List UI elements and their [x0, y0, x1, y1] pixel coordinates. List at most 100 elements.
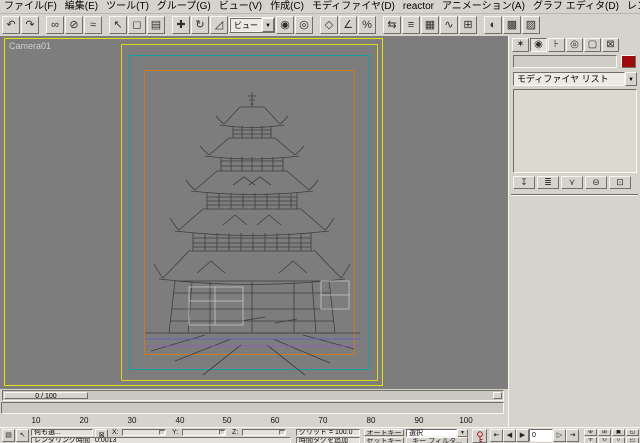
layer-manager-icon[interactable]: ▦ [421, 16, 439, 34]
menu-tools[interactable]: ツール(T) [102, 0, 153, 13]
viewport-area: Camera01 [0, 36, 508, 389]
field-of-view-icon[interactable]: ◊ [612, 437, 625, 443]
time-ruler[interactable]: 10 20 30 40 50 60 70 80 90 100 [1, 414, 504, 427]
reference-coordinate-combo[interactable]: ビュー ▼ [229, 17, 275, 33]
pin-stack-icon[interactable]: ↧ [513, 176, 535, 189]
modifier-list-combo[interactable]: モディファイヤ リスト ▼ [513, 72, 637, 86]
zoom-region-icon[interactable]: ◱ [626, 429, 639, 436]
time-slider-handle[interactable]: 0 / 100 [4, 392, 88, 400]
next-frame-icon[interactable]: ▷ [553, 429, 566, 442]
ruler-number: 50 [222, 416, 232, 425]
chevron-down-icon[interactable]: ▼ [457, 429, 468, 437]
selection-set-combo[interactable]: 選択 ▼ [406, 429, 468, 437]
menu-animation[interactable]: アニメーション(A) [438, 0, 529, 13]
material-editor-icon[interactable]: ◐ [484, 16, 502, 34]
tab-create[interactable]: ✶ [512, 38, 529, 52]
tab-modify[interactable]: ◉ [530, 38, 547, 52]
tab-motion[interactable]: ◎ [566, 38, 583, 52]
set-key-mode-button[interactable]: セットキー [364, 437, 404, 443]
select-rotate-icon[interactable]: ↻ [191, 16, 209, 34]
main-area: Camera01 ✶ ◉ ⊦ ◎ ▢ ⊠ モディファイヤ リスト ▼ ↧ ≣ ⋎… [0, 36, 640, 427]
quick-render-icon[interactable]: ▨ [522, 16, 540, 34]
toolbar-separator [478, 16, 483, 34]
z-coordinate-field[interactable] [242, 429, 286, 436]
ruler-number: 40 [175, 416, 185, 425]
select-scale-icon[interactable]: ◿ [210, 16, 228, 34]
make-unique-icon[interactable]: ⋎ [561, 176, 583, 189]
select-object-icon[interactable]: ↖ [109, 16, 127, 34]
time-slider-resize-handle[interactable] [493, 392, 502, 399]
select-by-name-icon[interactable]: ▤ [147, 16, 165, 34]
unlink-icon[interactable]: ⊘ [65, 16, 83, 34]
region-select-icon[interactable]: ◻ [128, 16, 146, 34]
select-link-icon[interactable]: ∞ [46, 16, 64, 34]
bind-spacewarp-icon[interactable]: ≈ [84, 16, 102, 34]
redo-icon[interactable]: ↷ [21, 16, 39, 34]
set-keys-button[interactable] [472, 429, 487, 443]
menu-group[interactable]: グループ(G) [153, 0, 215, 13]
use-center-icon[interactable]: ◉ [276, 16, 294, 34]
chevron-down-icon[interactable]: ▼ [262, 18, 274, 32]
angle-snap-icon[interactable]: ∠ [339, 16, 357, 34]
command-panel-tabs: ✶ ◉ ⊦ ◎ ▢ ⊠ [512, 38, 619, 52]
ruler-number: 20 [79, 416, 89, 425]
menu-modifiers[interactable]: モディファイヤ(D) [308, 0, 399, 13]
min-max-toggle-icon[interactable]: ◰ [626, 437, 639, 443]
spinner-icon[interactable] [279, 430, 285, 435]
ruler-number: 80 [366, 416, 376, 425]
y-coordinate-field[interactable] [182, 429, 226, 436]
zoom-all-icon[interactable]: ⊞ [598, 429, 611, 436]
time-tag-field[interactable]: 時間タグを追加 [296, 437, 360, 443]
object-name-field[interactable] [513, 55, 617, 68]
align-icon[interactable]: ≡ [402, 16, 420, 34]
time-slider-track[interactable]: 0 / 100 [2, 390, 504, 401]
zoom-icon[interactable]: ⊕ [584, 429, 597, 436]
menu-edit[interactable]: 編集(E) [61, 0, 102, 13]
go-to-start-icon[interactable]: ⇤ [490, 429, 503, 442]
menu-rendering[interactable]: レンダリング(R) [623, 0, 640, 13]
menu-graph-editors[interactable]: グラフ エディタ(D) [529, 0, 623, 13]
tab-utilities[interactable]: ⊠ [602, 38, 619, 52]
zoom-extents-icon[interactable]: ▣ [612, 429, 625, 436]
play-icon[interactable]: ▶ [516, 429, 529, 442]
modifier-stack[interactable] [513, 89, 637, 173]
render-scene-icon[interactable]: ▩ [503, 16, 521, 34]
mirror-icon[interactable]: ⇆ [383, 16, 401, 34]
chevron-down-icon[interactable]: ▼ [625, 72, 637, 86]
status-left-icon-2[interactable]: ↖ [16, 429, 29, 442]
select-manipulate-icon[interactable]: ◎ [295, 16, 313, 34]
show-end-result-icon[interactable]: ≣ [537, 176, 559, 189]
spinner-icon[interactable] [219, 430, 225, 435]
curve-editor-icon[interactable]: ∿ [440, 16, 458, 34]
tab-display[interactable]: ▢ [584, 38, 601, 52]
command-panel: ✶ ◉ ⊦ ◎ ▢ ⊠ モディファイヤ リスト ▼ ↧ ≣ ⋎ ⊖ ⊡ [508, 36, 640, 427]
ruler-number: 70 [318, 416, 328, 425]
pan-icon[interactable]: ✛ [584, 437, 597, 443]
percent-snap-icon[interactable]: % [358, 16, 376, 34]
remove-modifier-icon[interactable]: ⊖ [585, 176, 607, 189]
track-bar[interactable] [1, 402, 504, 414]
snap-toggle-icon[interactable]: ◇ [320, 16, 338, 34]
current-frame-field[interactable]: 0 [529, 429, 553, 442]
tab-hierarchy[interactable]: ⊦ [548, 38, 565, 52]
toolbar-separator [377, 16, 382, 34]
menu-reactor[interactable]: reactor [399, 0, 438, 13]
menu-file[interactable]: ファイル(F) [0, 0, 61, 13]
undo-icon[interactable]: ↶ [2, 16, 20, 34]
x-coordinate-field[interactable] [122, 429, 166, 436]
camera-viewport[interactable]: Camera01 [4, 38, 383, 386]
go-to-end-icon[interactable]: ⇥ [566, 429, 579, 442]
auto-key-button[interactable]: オートキー [364, 429, 404, 436]
select-move-icon[interactable]: ✚ [172, 16, 190, 34]
selection-status-field: 何も選... [31, 429, 93, 436]
schematic-view-icon[interactable]: ⊞ [459, 16, 477, 34]
configure-sets-icon[interactable]: ⊡ [609, 176, 631, 189]
status-left-icon-1[interactable]: ▤ [2, 429, 15, 442]
previous-frame-icon[interactable]: ◀ [503, 429, 516, 442]
menu-views[interactable]: ビュー(V) [215, 0, 266, 13]
menu-create[interactable]: 作成(C) [266, 0, 308, 13]
key-filters-button[interactable]: キー フィルタ... [406, 437, 468, 443]
arc-rotate-icon[interactable]: ↻ [598, 437, 611, 443]
spinner-icon[interactable] [159, 430, 165, 435]
object-color-swatch[interactable] [621, 55, 636, 68]
